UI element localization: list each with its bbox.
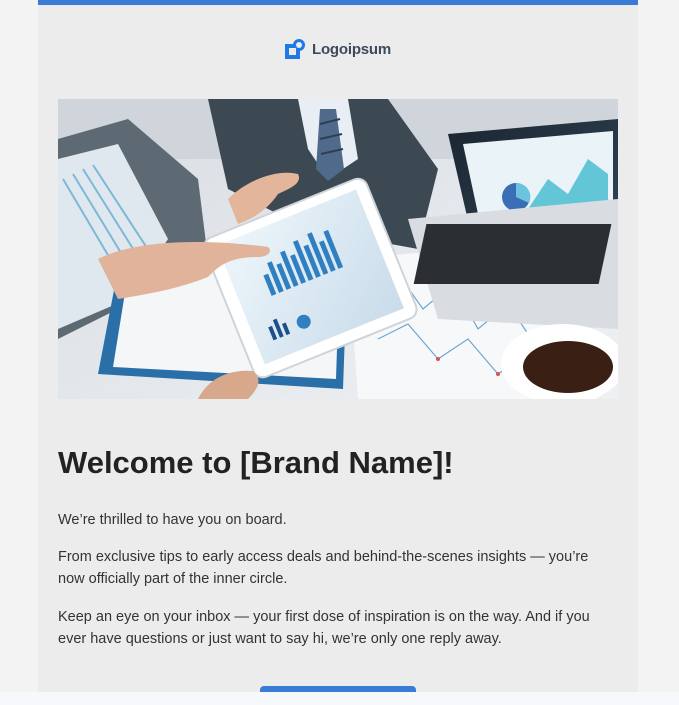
hero-image xyxy=(58,99,618,399)
email-preview-page: Logoipsum Welcome to [Brand Name]! We’re… xyxy=(0,0,679,705)
inbox-paragraph: Keep an eye on your inbox — your first d… xyxy=(58,609,590,647)
logo-text: Logoipsum xyxy=(312,40,392,58)
intro-paragraph: We’re thrilled to have you on board. xyxy=(58,512,287,528)
email-body: Logoipsum Welcome to [Brand Name]! We’re… xyxy=(38,0,638,705)
business-analytics-photo xyxy=(58,99,618,399)
logo-icon xyxy=(285,39,305,59)
viewport-bottom-edge xyxy=(0,692,679,705)
benefits-paragraph: From exclusive tips to early access deal… xyxy=(58,549,589,587)
welcome-headline: Welcome to [Brand Name]! xyxy=(58,445,454,480)
brand-logo: Logoipsum xyxy=(284,37,391,61)
